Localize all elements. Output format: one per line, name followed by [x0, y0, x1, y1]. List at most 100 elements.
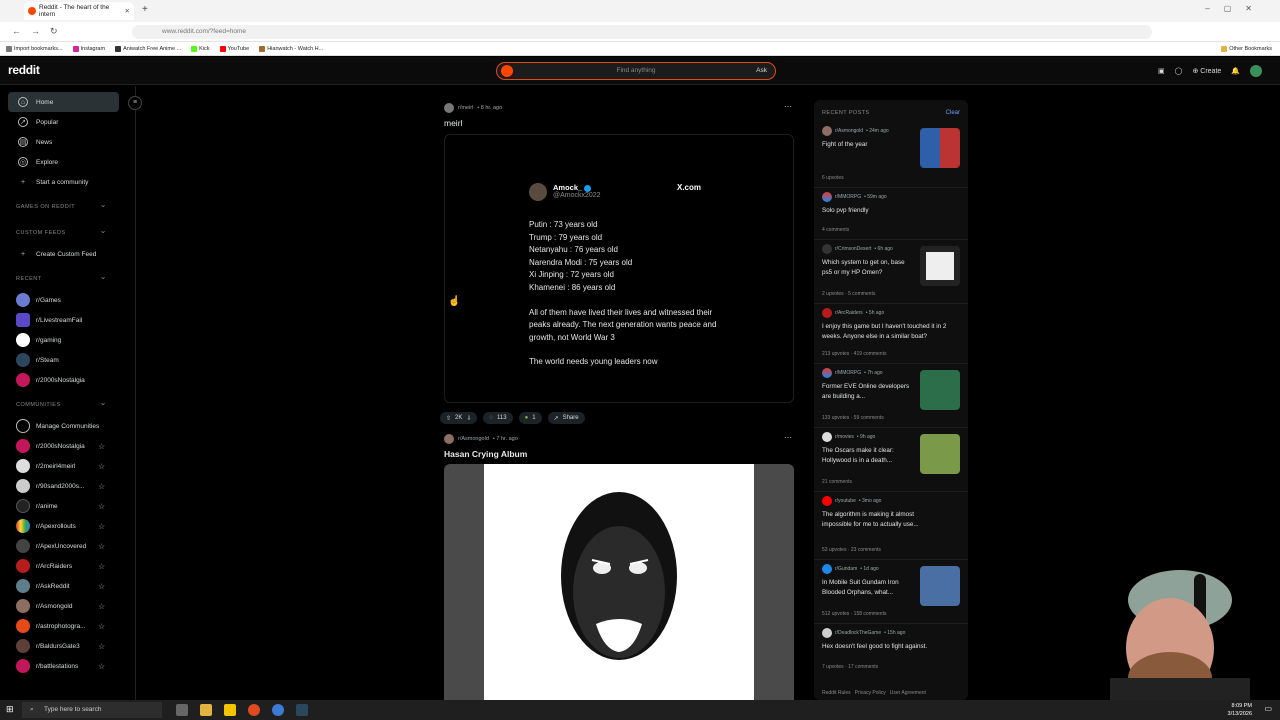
browser-tab[interactable]: Reddit - The heart of the intern ✕ — [24, 2, 134, 20]
star-icon[interactable]: ☆ — [98, 502, 105, 511]
community-item[interactable]: r/AskReddit ☆ — [0, 576, 135, 596]
recent-post[interactable]: r/youtube • 3mo ago The algorithm is maki… — [814, 492, 968, 560]
sticky-app-icon[interactable] — [224, 704, 236, 716]
chat-icon[interactable]: ◯ — [1175, 67, 1183, 75]
star-icon[interactable]: ☆ — [98, 622, 105, 631]
vote-control[interactable]: ⇧ 2K ⇩ — [440, 412, 478, 424]
recent-post[interactable]: r/Asmongold • 24m ago Fight of the year 6… — [814, 122, 968, 188]
nav-popular[interactable]: ↗ Popular — [0, 112, 135, 132]
clear-button[interactable]: Clear — [946, 110, 960, 116]
community-item[interactable]: r/astrophotogra... ☆ — [0, 616, 135, 636]
community-item[interactable]: r/2000sNostalgia ☆ — [0, 436, 135, 456]
games-section[interactable]: GAMES ON REDDIT — [0, 196, 135, 218]
post-image-tweet[interactable]: Amock_ @Amockx2022 X.com Putin : 73 year… — [444, 134, 794, 403]
bookmark-instagram[interactable]: Instagram — [72, 45, 105, 52]
community-item[interactable]: r/ApexUncovered ☆ — [0, 536, 135, 556]
window-controls[interactable]: –▢✕ — [1205, 4, 1266, 13]
bookmark-youtube[interactable]: YouTube — [219, 45, 249, 52]
star-icon[interactable]: ☆ — [98, 482, 105, 491]
recent-item[interactable]: r/Games — [0, 290, 135, 310]
star-icon[interactable]: ☆ — [98, 582, 105, 591]
close-tab-icon[interactable]: ✕ — [125, 7, 130, 15]
bookmark-import[interactable]: Import bookmarks... — [6, 45, 63, 52]
system-clock[interactable]: 8:09 PM 3/13/2026 — [1228, 702, 1252, 718]
ask-button[interactable]: Ask — [756, 63, 767, 79]
star-icon[interactable]: ☆ — [98, 642, 105, 651]
star-icon[interactable]: ☆ — [98, 562, 105, 571]
star-icon[interactable]: ☆ — [98, 602, 105, 611]
post-subreddit[interactable]: r/Asmongold — [458, 436, 489, 442]
footer-link[interactable]: Reddit Rules — [822, 690, 851, 696]
community-item[interactable]: r/anime ☆ — [0, 496, 135, 516]
recent-post[interactable]: r/MMORPG • 59m ago Solo pvp friendly 4 co… — [814, 188, 968, 240]
recent-item[interactable]: r/LivestreamFail — [0, 310, 135, 330]
notifications-icon[interactable]: 🔔 — [1231, 67, 1240, 75]
recent-item[interactable]: r/Steam — [0, 350, 135, 370]
recent-item[interactable]: r/gaming — [0, 330, 135, 350]
create-custom-feed[interactable]: + Create Custom Feed — [0, 244, 135, 264]
file-explorer-icon[interactable] — [200, 704, 212, 716]
footer-link[interactable]: Privacy Policy — [855, 690, 886, 696]
collapse-sidebar-icon[interactable]: ≡ — [128, 96, 142, 110]
new-tab-icon[interactable]: + — [142, 4, 148, 15]
ads-icon[interactable]: ▣ — [1158, 67, 1165, 75]
community-item[interactable]: r/2meirl4meirl ☆ — [0, 456, 135, 476]
reddit-logo[interactable]: reddit — [8, 63, 40, 77]
community-item[interactable]: r/battlestations ☆ — [0, 656, 135, 676]
more-options-icon[interactable]: ⋯ — [784, 102, 792, 111]
recent-item[interactable]: r/2000sNostalgia — [0, 370, 135, 390]
star-icon[interactable]: ☆ — [98, 542, 105, 551]
community-item[interactable]: r/ArcRaiders ☆ — [0, 556, 135, 576]
recent-post[interactable]: r/ArcRaiders • 5h ago I enjoy this game b… — [814, 304, 968, 364]
communities-section[interactable]: COMMUNITIES — [0, 394, 135, 416]
nav-home[interactable]: ⌂ Home — [8, 92, 119, 112]
recent-post[interactable]: r/CrimsonDesert • 6h ago Which system to … — [814, 240, 968, 304]
search-input[interactable]: Find anything Ask — [496, 62, 776, 80]
recent-section[interactable]: RECENT — [0, 268, 135, 290]
comments-button[interactable]: ◌ 113 — [483, 412, 513, 424]
manage-communities[interactable]: Manage Communities — [0, 416, 135, 436]
post-subreddit[interactable]: r/meirl — [458, 105, 473, 111]
create-button[interactable]: ⊕ Create — [1192, 67, 1221, 75]
notification-center-icon[interactable]: ▭ — [1264, 704, 1272, 713]
firefox-icon[interactable] — [248, 704, 260, 716]
windows-start-icon[interactable]: ⊞ — [6, 704, 14, 715]
post-title[interactable]: meirl — [444, 118, 796, 128]
bookmark-hianwatch[interactable]: Hianwatch - Watch H... — [259, 45, 323, 52]
post-card[interactable]: r/Asmongold • 7 hr. ago ⋯ Hasan Crying A… — [440, 433, 796, 463]
task-view-icon[interactable] — [176, 704, 188, 716]
share-button[interactable]: ↗ Share — [547, 412, 585, 424]
bookmark-aniwatch[interactable]: Aniwatch Free Anime ... — [115, 45, 181, 52]
steam-icon[interactable] — [296, 704, 308, 716]
post-image[interactable] — [444, 464, 794, 704]
community-item[interactable]: r/Asmongold ☆ — [0, 596, 135, 616]
footer-link[interactable]: User Agreement — [890, 690, 926, 696]
community-item[interactable]: r/90sand2000s... ☆ — [0, 476, 135, 496]
nav-start-community[interactable]: + Start a community — [0, 172, 135, 192]
post-card[interactable]: r/meirl • 8 hr. ago ⋯ meirl — [440, 102, 796, 132]
bookmark-kick[interactable]: Kick — [191, 45, 210, 52]
more-options-icon[interactable]: ⋯ — [784, 433, 792, 442]
url-field[interactable]: www.reddit.com/?feed=home — [132, 25, 1152, 39]
comment-icon: ◌ — [489, 415, 493, 421]
other-bookmarks[interactable]: Other Bookmarks — [1221, 45, 1272, 52]
recent-post[interactable]: r/MMORPG • 7h ago Former EVE Online devel… — [814, 364, 968, 428]
award-button[interactable]: ● 1 — [518, 412, 542, 424]
taskbar-search[interactable]: ⌕ Type here to search — [22, 702, 162, 718]
recent-post[interactable]: r/Gundam • 1d ago In Mobile Suit Gundam I… — [814, 560, 968, 624]
star-icon[interactable]: ☆ — [98, 442, 105, 451]
custom-feeds-section[interactable]: CUSTOM FEEDS — [0, 222, 135, 244]
star-icon[interactable]: ☆ — [98, 462, 105, 471]
recent-post[interactable]: r/movies • 9h ago The Oscars make it clea… — [814, 428, 968, 492]
nav-news[interactable]: ▤ News — [0, 132, 135, 152]
post-title[interactable]: Hasan Crying Album — [444, 449, 796, 459]
community-item[interactable]: r/BaldursGate3 ☆ — [0, 636, 135, 656]
star-icon[interactable]: ☆ — [98, 522, 105, 531]
community-item[interactable]: r/Apexrollouts ☆ — [0, 516, 135, 536]
recent-post[interactable]: r/DeadlockTheGame • 15h ago Hex doesn't f… — [814, 624, 968, 676]
nav-explore[interactable]: ◎ Explore — [0, 152, 135, 172]
star-icon[interactable]: ☆ — [98, 662, 105, 671]
chrome-icon[interactable] — [272, 704, 284, 716]
avatar[interactable] — [1250, 65, 1262, 77]
nav-buttons[interactable]: ←→↻ — [12, 26, 68, 37]
